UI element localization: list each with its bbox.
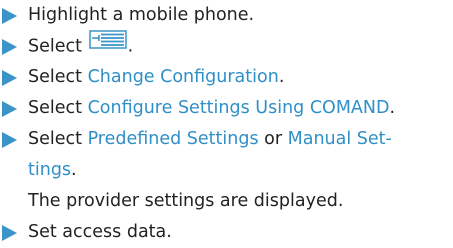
step-2-text: Select bbox=[28, 36, 88, 57]
arrow-right-icon bbox=[2, 8, 17, 24]
arrow-right-icon bbox=[2, 101, 17, 117]
step-5-text: Select bbox=[28, 129, 88, 149]
manual-settings-link-part2: tings bbox=[28, 160, 72, 180]
step-2: Select . bbox=[0, 29, 453, 62]
arrow-right-icon bbox=[2, 39, 17, 55]
step-3-period: . bbox=[278, 67, 285, 87]
step-4-text: Select bbox=[28, 98, 88, 118]
instruction-steps: Highlight a mobile phone. Select . Selec… bbox=[0, 0, 453, 248]
arrow-right-icon bbox=[2, 225, 17, 241]
step-4-period: . bbox=[389, 98, 396, 118]
menu-list-button-icon bbox=[88, 29, 127, 60]
step-5-or: or bbox=[258, 129, 288, 149]
step-4: Select Configure Settings Using COMAND. bbox=[0, 93, 453, 124]
step-5: Select Predefined Settings or Manual Set… bbox=[0, 124, 453, 217]
change-configuration-link: Change Configuration bbox=[87, 67, 279, 87]
step-3-text: Select bbox=[28, 67, 88, 87]
step-6-text: Set access data. bbox=[28, 222, 172, 242]
arrow-right-icon bbox=[2, 70, 17, 86]
step-3: Select Change Configuration. bbox=[0, 62, 453, 93]
predefined-settings-link: Predefined Settings bbox=[87, 129, 259, 149]
step-1: Highlight a mobile phone. bbox=[0, 0, 453, 31]
step-2-period: . bbox=[127, 36, 134, 57]
step-6: Set access data. bbox=[0, 217, 453, 248]
configure-settings-link: Configure Settings Using COMAND bbox=[87, 98, 390, 118]
arrow-right-icon bbox=[2, 132, 17, 148]
manual-settings-link-part1: Manual Set- bbox=[287, 129, 392, 149]
step-1-text: Highlight a mobile phone. bbox=[28, 5, 255, 25]
step-5-result: The provider settings are displayed. bbox=[28, 191, 344, 211]
step-5-period: . bbox=[71, 160, 77, 180]
